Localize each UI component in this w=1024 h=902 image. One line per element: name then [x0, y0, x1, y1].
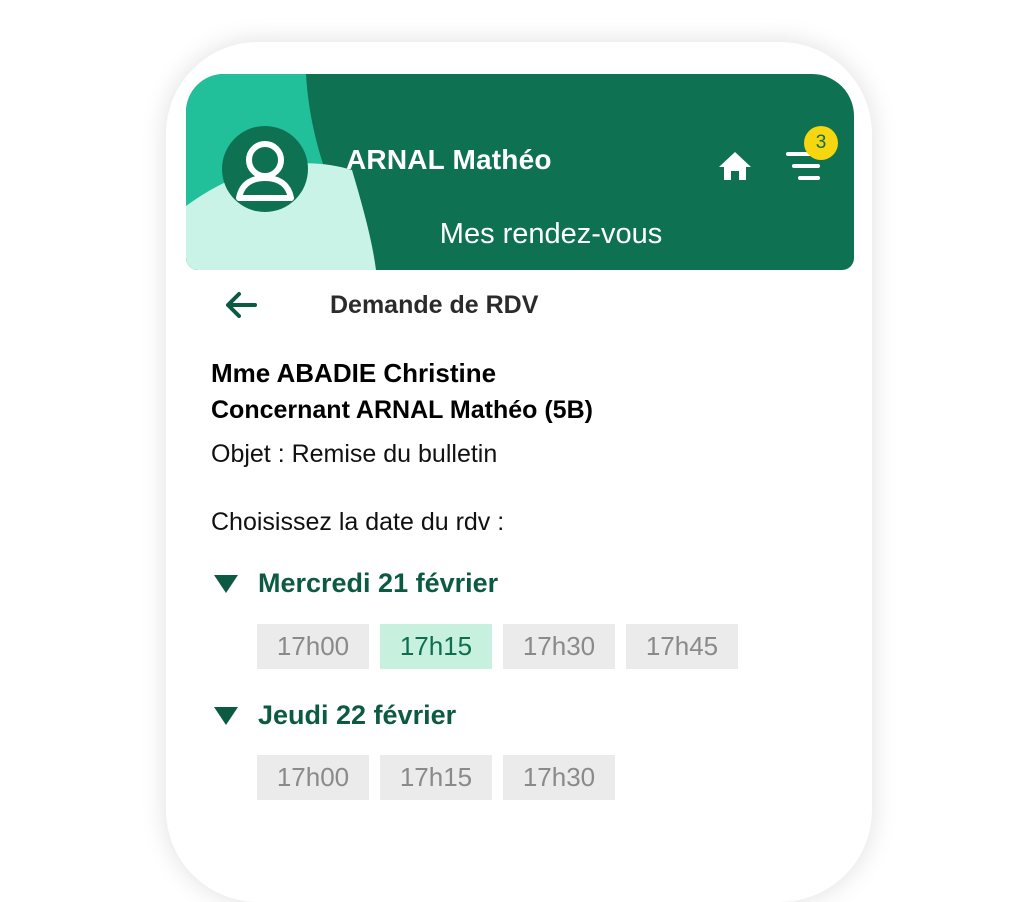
- concerning-student: Concernant ARNAL Mathéo (5B): [211, 396, 593, 424]
- user-name: ARNAL Mathéo: [346, 144, 552, 175]
- time-slot[interactable]: 17h45: [626, 624, 738, 669]
- date-prompt: Choisissez la date du rdv :: [211, 508, 505, 536]
- app-header: ARNAL Mathéo 3 Mes rendez-vous: [186, 74, 854, 270]
- day-header-wednesday[interactable]: Mercredi 21 février: [214, 568, 498, 599]
- day-header-thursday[interactable]: Jeudi 22 février: [214, 700, 456, 731]
- time-slot[interactable]: 17h15: [380, 755, 492, 800]
- teacher-name: Mme ABADIE Christine: [211, 358, 497, 388]
- expand-triangle-icon: [214, 706, 238, 725]
- day-label: Jeudi 22 février: [258, 700, 457, 730]
- slot-row-thursday: 17h00 17h15 17h30: [257, 755, 615, 800]
- time-slot[interactable]: 17h00: [257, 624, 369, 669]
- section-title: Mes rendez-vous: [439, 218, 663, 250]
- page-title: Demande de RDV: [330, 291, 539, 319]
- appointment-subject: Objet : Remise du bulletin: [211, 440, 498, 468]
- slot-row-wednesday: 17h00 17h15 17h30 17h45: [257, 624, 738, 669]
- notification-badge[interactable]: 3: [804, 126, 838, 160]
- time-slot[interactable]: 17h00: [257, 755, 369, 800]
- back-arrow-icon[interactable]: [224, 290, 258, 320]
- time-slot-selected[interactable]: 17h15: [380, 624, 492, 669]
- home-icon[interactable]: [718, 150, 752, 182]
- day-label: Mercredi 21 février: [258, 568, 499, 598]
- time-slot[interactable]: 17h30: [503, 755, 615, 800]
- time-slot[interactable]: 17h30: [503, 624, 615, 669]
- expand-triangle-icon: [214, 574, 238, 593]
- avatar-icon[interactable]: [222, 126, 308, 212]
